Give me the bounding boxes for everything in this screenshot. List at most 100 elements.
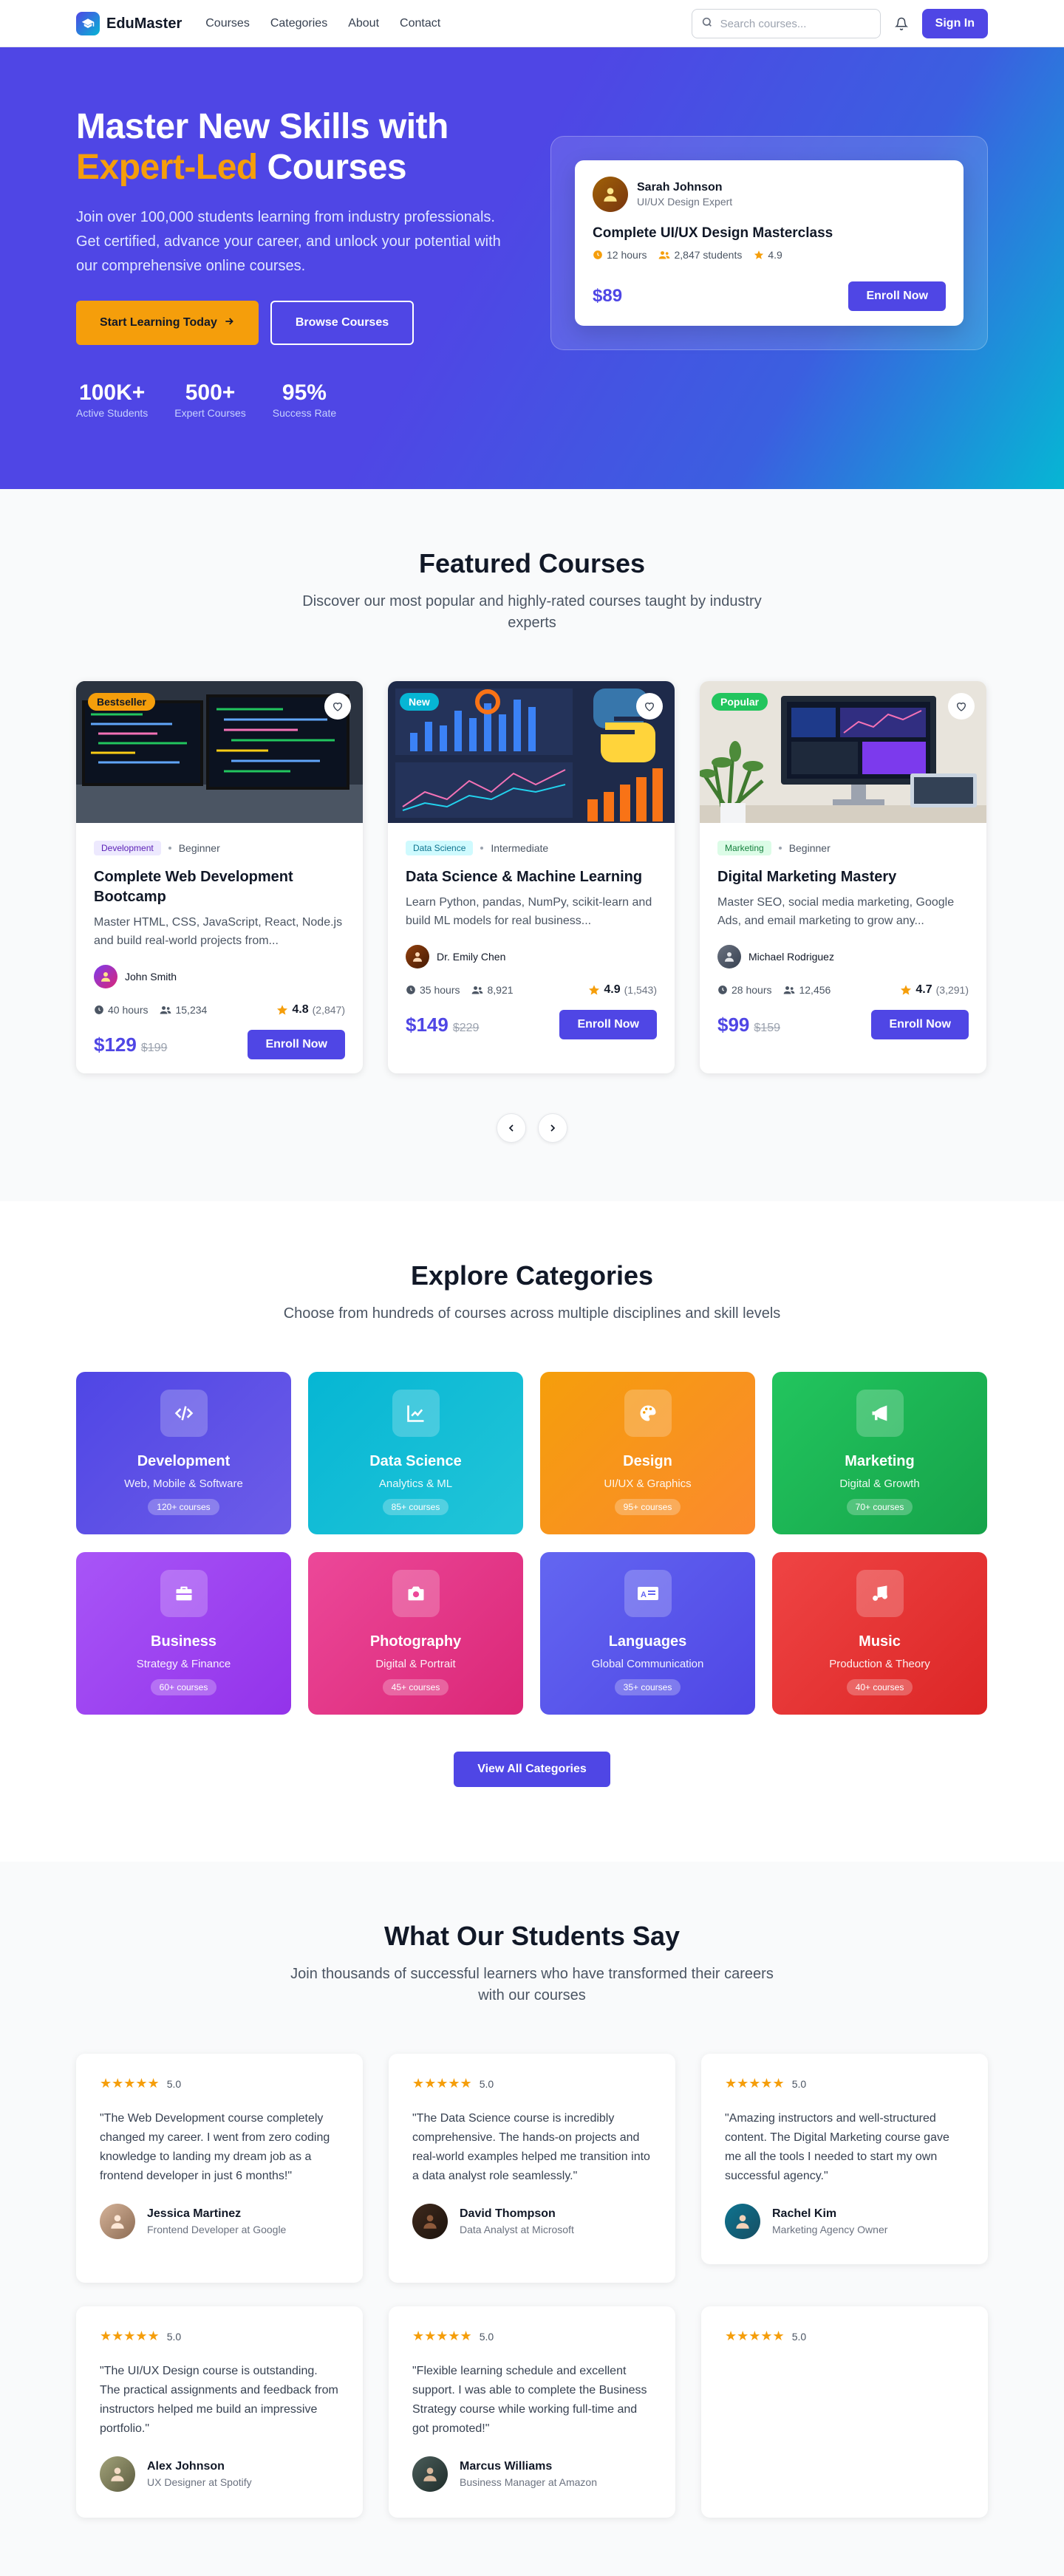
preview-price: $89 <box>593 286 623 306</box>
separator-dot <box>778 847 782 850</box>
category-card-photography[interactable]: Photography Digital & Portrait 45+ cours… <box>308 1552 523 1715</box>
category-card-development[interactable]: Development Web, Mobile & Software 120+ … <box>76 1372 291 1534</box>
bell-icon[interactable] <box>893 15 910 33</box>
category-name: Design <box>623 1453 672 1469</box>
preview-hours-text: 12 hours <box>607 249 647 261</box>
heart-icon[interactable] <box>636 693 663 720</box>
search-box <box>691 9 881 38</box>
star-rating: ★★★★★ 5.0 <box>725 2076 964 2091</box>
course-description: Master HTML, CSS, JavaScript, React, Nod… <box>94 916 343 947</box>
avatar <box>717 945 741 968</box>
course-rating: 4.7 (3,291) <box>900 983 969 997</box>
hero-title-line1: Master New Skills with <box>76 107 449 146</box>
star-icon: ★★★★★ <box>100 2329 160 2343</box>
clock-icon <box>95 1005 103 1014</box>
rating-value: 4.7 <box>915 983 932 996</box>
course-list: Bestseller Development Beginner Complete… <box>76 681 988 1073</box>
nav-link-contact[interactable]: Contact <box>400 17 440 30</box>
preview-footer: $89 Enroll Now <box>593 281 946 311</box>
brand-logo[interactable]: EduMaster <box>76 12 182 35</box>
enroll-button[interactable]: Enroll Now <box>559 1010 657 1039</box>
users-icon <box>472 986 483 994</box>
course-badge: Popular <box>712 693 768 711</box>
star-icon <box>589 985 600 995</box>
chevron-right-icon[interactable] <box>538 1113 567 1143</box>
course-level: Intermediate <box>491 842 549 854</box>
course-badge: Bestseller <box>88 693 155 711</box>
star-rating: ★★★★★ 5.0 <box>412 2076 652 2091</box>
category-card-data-science[interactable]: Data Science Analytics & ML 85+ courses <box>308 1372 523 1534</box>
preview-instructor-role: UI/UX Design Expert <box>637 196 733 208</box>
category-card-business[interactable]: Business Strategy & Finance 60+ courses <box>76 1552 291 1715</box>
course-hours: 28 hours <box>717 984 771 996</box>
stat-number: 100K+ <box>79 380 146 406</box>
preview-enroll-button[interactable]: Enroll Now <box>848 281 946 311</box>
category-card-design[interactable]: Design UI/UX & Graphics 95+ courses <box>540 1372 755 1534</box>
testimonial-quote: "The Data Science course is incredibly c… <box>412 2112 650 2182</box>
course-title: Data Science & Machine Learning <box>406 869 643 885</box>
price-current: $129 <box>94 1033 137 1056</box>
rating-count: (3,291) <box>935 984 969 996</box>
users-icon <box>160 1006 171 1014</box>
course-body: Development Beginner Complete Web Develo… <box>76 823 363 1073</box>
start-learning-button[interactable]: Start Learning Today <box>76 301 259 346</box>
course-card[interactable]: Popular Marketing Beginner Digital Marke… <box>700 681 986 1073</box>
testimonial-card: ★★★★★ 5.0 "The UI/UX Design course is out… <box>76 2306 363 2518</box>
view-all-categories-button[interactable]: View All Categories <box>454 1752 610 1787</box>
author-name: Alex Johnson <box>147 2460 225 2473</box>
users-icon <box>659 251 670 259</box>
course-tags: Data Science Intermediate <box>406 841 657 855</box>
category-card-languages[interactable]: A Languages Global Communication 35+ cou… <box>540 1552 755 1715</box>
section-title: What Our Students Say <box>383 1921 681 1951</box>
course-students: 15,234 <box>160 1004 207 1016</box>
preview-meta: 12 hours 2,847 students 4.9 <box>593 249 946 261</box>
category-card-marketing[interactable]: Marketing Digital & Growth 70+ courses <box>772 1372 987 1534</box>
author-role: Frontend Developer at Google <box>147 2224 287 2235</box>
course-title: Digital Marketing Mastery <box>717 869 897 885</box>
instructor-name: Dr. Emily Chen <box>437 951 506 963</box>
category-description: Strategy & Finance <box>136 1658 231 1670</box>
enroll-button[interactable]: Enroll Now <box>871 1010 969 1039</box>
categories-section: Explore Categories Choose from hundreds … <box>0 1201 1064 1862</box>
star-icon: ★★★★★ <box>725 2076 785 2091</box>
star-icon: ★★★★★ <box>412 2329 472 2343</box>
star-rating: ★★★★★ 5.0 <box>100 2329 339 2344</box>
category-description: Web, Mobile & Software <box>124 1477 243 1490</box>
category-name: Music <box>859 1633 901 1650</box>
nav-link-courses[interactable]: Courses <box>205 17 250 30</box>
nav-link-categories[interactable]: Categories <box>270 17 327 30</box>
testimonial-quote: "Amazing instructors and well-structured… <box>725 2112 949 2182</box>
sign-in-button[interactable]: Sign In <box>921 9 988 38</box>
music-note-icon <box>856 1570 904 1617</box>
course-card[interactable]: Bestseller Development Beginner Complete… <box>76 681 363 1073</box>
heart-icon[interactable] <box>324 693 351 720</box>
browse-courses-button[interactable]: Browse Courses <box>270 301 415 346</box>
category-card-music[interactable]: Music Production & Theory 40+ courses <box>772 1552 987 1715</box>
nav-link-about[interactable]: About <box>348 17 379 30</box>
course-body: Marketing Beginner Digital Marketing Mas… <box>700 823 986 1057</box>
testimonial-card: ★★★★★ 5.0 "The Data Science course is inc… <box>389 2054 675 2283</box>
course-body: Data Science Intermediate Data Science &… <box>388 823 675 1057</box>
course-preview-card[interactable]: Sarah Johnson UI/UX Design Expert Comple… <box>575 160 964 326</box>
search-input[interactable] <box>720 17 871 30</box>
course-hours-text: 40 hours <box>108 1004 149 1016</box>
enroll-button[interactable]: Enroll Now <box>248 1030 345 1059</box>
rating-value: 5.0 <box>479 2077 494 2090</box>
chevron-left-icon[interactable] <box>497 1113 526 1143</box>
course-students-text: 15,234 <box>175 1004 208 1016</box>
category-description: Global Communication <box>591 1658 704 1670</box>
graduation-cap-icon <box>76 12 100 35</box>
category-count: 60+ courses <box>150 1679 217 1695</box>
featured-courses-section: Featured Courses Discover our most popul… <box>0 489 1064 1201</box>
hero-subtitle: Join over 100,000 students learning from… <box>76 209 501 275</box>
course-category-tag: Marketing <box>717 841 771 855</box>
course-price: $129 $199 <box>94 1034 167 1056</box>
course-card[interactable]: New Data Science Intermediate Data Scien… <box>388 681 675 1073</box>
course-footer: $99 $159 Enroll Now <box>717 1010 969 1039</box>
author-name: Jessica Martinez <box>147 2207 242 2220</box>
course-thumbnail: New <box>388 681 675 823</box>
hero-title: Master New Skills with Expert-Led Course… <box>76 106 519 188</box>
clock-icon <box>718 985 727 994</box>
price-original: $159 <box>754 1021 780 1034</box>
heart-icon[interactable] <box>948 693 975 720</box>
